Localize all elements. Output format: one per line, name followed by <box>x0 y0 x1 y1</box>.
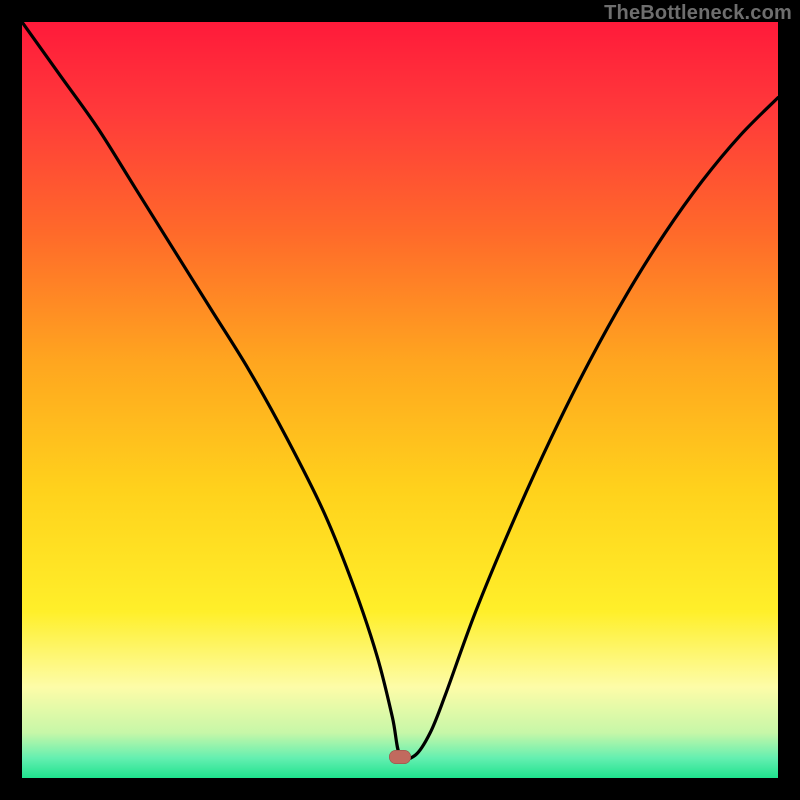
plot-area <box>22 22 778 778</box>
chart-frame: TheBottleneck.com <box>0 0 800 800</box>
background-gradient <box>22 22 778 778</box>
bottleneck-plot <box>22 22 778 778</box>
watermark-text: TheBottleneck.com <box>604 2 792 25</box>
optimal-marker <box>389 750 411 764</box>
